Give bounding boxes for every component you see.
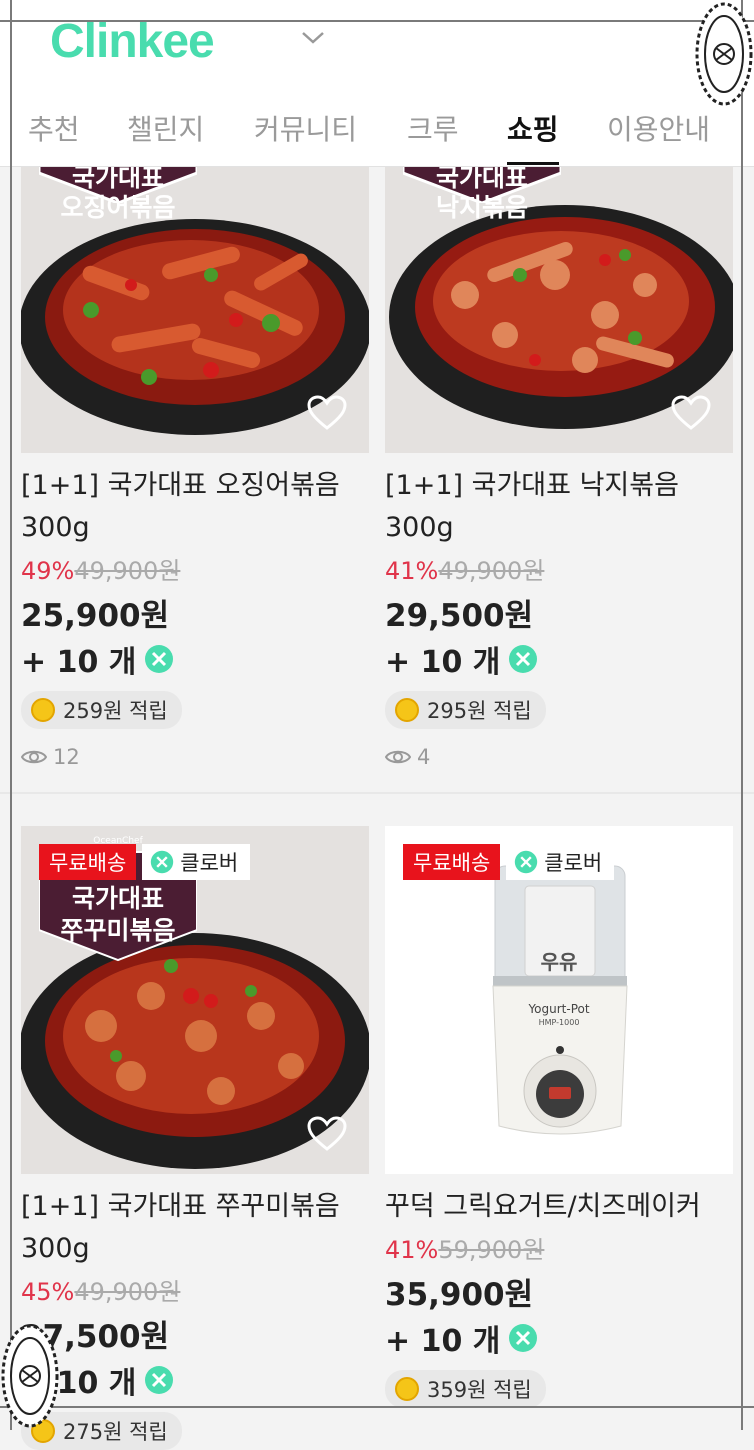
product-card[interactable]: 국가대표 낙지볶음 [1+1] 국가대표 낙지볶음 300g 41%49,900… [385, 105, 733, 769]
product-image[interactable]: 우유 Yogurt-Pot HMP-1000 무료배송 클로버 [385, 826, 733, 1174]
eye-icon [21, 750, 47, 764]
discount-rate: 49% [21, 557, 75, 585]
sale-price: 27,500원 [21, 1319, 170, 1355]
clover-bonus: + 10 개 [385, 637, 733, 681]
coin-icon [395, 1377, 419, 1401]
product-card[interactable]: OceanChef 국가대표 쭈꾸미볶음 무료배송 클로버 [1+1] 국가대표… [21, 826, 369, 1450]
badge-row: 무료배송 클로버 [39, 844, 251, 880]
point-reward-chip: 359원 적립 [385, 1370, 546, 1408]
seal-stamp-top [695, 2, 753, 106]
row-divider [0, 792, 754, 794]
clover-badge: 클로버 [142, 844, 251, 880]
ribbon-line: 쭈꾸미볶음 [60, 916, 176, 945]
price-discount-row: 49%49,900원 [21, 551, 369, 586]
badge-row: 무료배송 클로버 [403, 844, 615, 880]
ribbon-line: 국가대표 [71, 884, 164, 913]
tab-community[interactable]: 커뮤니티 [254, 108, 357, 162]
heart-icon[interactable] [671, 395, 711, 431]
view-count: 12 [21, 745, 369, 769]
clover-icon [509, 645, 538, 673]
clover-icon [509, 1324, 538, 1352]
price-discount-row: 45%49,900원 [21, 1272, 369, 1307]
sale-price: 25,900원 [21, 598, 170, 634]
chevron-down-icon[interactable] [300, 30, 326, 46]
point-reward-chip: 259원 적립 [21, 691, 182, 729]
product-title[interactable]: [1+1] 국가대표 오징어볶음 300g [21, 465, 369, 549]
clover-icon [145, 645, 174, 673]
product-title[interactable]: [1+1] 국가대표 쭈꾸미볶음 300g [21, 1186, 369, 1270]
discount-rate: 41% [385, 557, 439, 585]
app-header: Clinkee 추천 챌린지 커뮤니티 크루 쇼핑 이용안내 [0, 0, 754, 167]
clover-icon [145, 1366, 174, 1394]
product-label-model: Yogurt-Pot [528, 1002, 590, 1016]
tab-challenge[interactable]: 챌린지 [127, 108, 204, 162]
clover-badge: 클로버 [506, 844, 615, 880]
product-title[interactable]: [1+1] 국가대표 낙지볶음 300g [385, 465, 733, 549]
discount-rate: 45% [21, 1278, 75, 1306]
coin-icon [395, 698, 419, 722]
price-discount-row: 41%49,900원 [385, 551, 733, 586]
ribbon-line: 오징어볶음 [60, 193, 176, 222]
product-image[interactable]: OceanChef 국가대표 쭈꾸미볶음 무료배송 클로버 [21, 826, 369, 1174]
sale-price: 29,500원 [385, 598, 534, 634]
original-price: 49,900원 [438, 557, 545, 585]
product-label-milk: 우유 [540, 950, 578, 974]
category-tabs: 추천 챌린지 커뮤니티 크루 쇼핑 이용안내 [0, 100, 754, 166]
product-card[interactable]: 우유 Yogurt-Pot HMP-1000 무료배송 클로버 꾸덕 그릭요거트… [385, 826, 733, 1408]
eye-icon [385, 750, 411, 764]
original-price: 59,900원 [438, 1236, 545, 1264]
tab-crew[interactable]: 크루 [407, 108, 459, 162]
seal-stamp-bottom [1, 1324, 59, 1428]
heart-icon[interactable] [307, 1116, 347, 1152]
coin-icon [31, 698, 55, 722]
view-count: 4 [385, 745, 733, 769]
ribbon-line: 낙지볶음 [435, 193, 528, 222]
clover-bonus: + 10 개 [21, 637, 369, 681]
heart-icon[interactable] [307, 395, 347, 431]
clover-bonus: + 10 개 [21, 1358, 369, 1402]
clover-bonus: + 10 개 [385, 1316, 733, 1360]
tab-recommend[interactable]: 추천 [28, 108, 80, 162]
clinkee-logo[interactable]: Clinkee [50, 14, 215, 69]
product-card[interactable]: 국가대표 오징어볶음 [1+1] 국가대표 오징어볶음 300g 49%49,9… [21, 105, 369, 769]
clover-icon [151, 850, 174, 874]
tab-guide[interactable]: 이용안내 [607, 108, 710, 162]
discount-rate: 41% [385, 1236, 439, 1264]
clover-icon [515, 850, 538, 874]
product-title[interactable]: 꾸덕 그릭요거트/치즈메이커 [385, 1186, 733, 1228]
tab-shopping[interactable]: 쇼핑 [507, 108, 559, 165]
product-label-code: HMP-1000 [538, 1018, 580, 1027]
price-discount-row: 41%59,900원 [385, 1230, 733, 1265]
ribbon-line: 국가대표 [71, 163, 164, 192]
free-shipping-badge: 무료배송 [403, 844, 501, 880]
original-price: 49,900원 [74, 557, 181, 585]
ribbon-line: 국가대표 [435, 163, 528, 192]
sale-price: 35,900원 [385, 1277, 534, 1313]
point-reward-chip: 295원 적립 [385, 691, 546, 729]
free-shipping-badge: 무료배송 [39, 844, 137, 880]
original-price: 49,900원 [74, 1278, 181, 1306]
